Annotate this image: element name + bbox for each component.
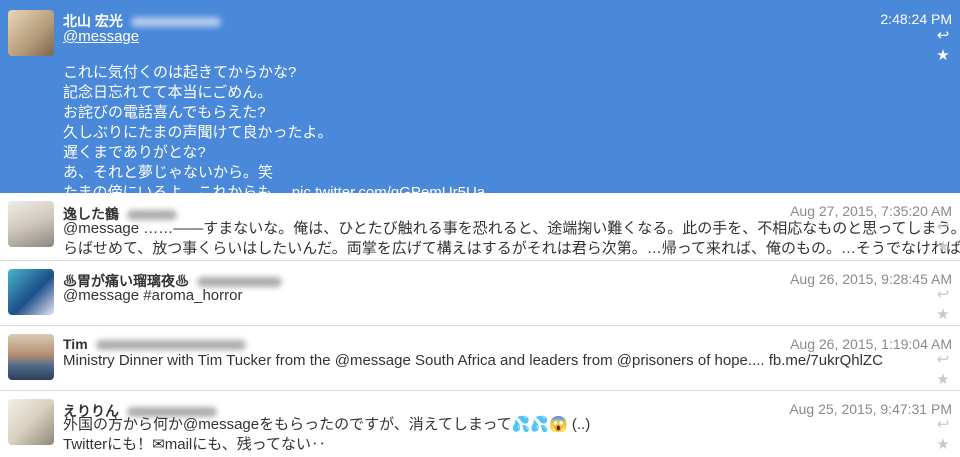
tweet-row-selected[interactable]: 北山 宏光 2:48:24 PM @message これに気付くのは起きてからか…: [0, 0, 960, 201]
tweet-text: @message ……——すまないな。俺は、ひとたび触れる事を恐れると、途端掬い…: [63, 219, 960, 259]
reply-icon[interactable]: ↩: [935, 352, 951, 368]
star-icon[interactable]: ★: [935, 307, 951, 323]
author-name[interactable]: Tim: [63, 336, 88, 352]
tweet-row[interactable]: ♨胃が痛い瑠璃夜♨ Aug 26, 2015, 9:28:45 AM @mess…: [0, 261, 960, 326]
avatar[interactable]: [8, 201, 54, 247]
tweet-line: Ministry Dinner with Tim Tucker from the…: [63, 352, 883, 369]
tweet-row[interactable]: えりりん Aug 25, 2015, 9:47:31 PM 外国の方から何か@m…: [0, 391, 960, 457]
tweet-row[interactable]: 逸した鶴 Aug 27, 2015, 7:35:20 AM @message ……: [0, 193, 960, 261]
timestamp: Aug 26, 2015, 1:19:04 AM: [790, 336, 952, 352]
tweet-text: Ministry Dinner with Tim Tucker from the…: [63, 351, 883, 371]
star-icon[interactable]: ★: [935, 48, 951, 64]
tweet-line: @message ……——すまないな。俺は、ひとたび触れる事を恐れると、途端掬い…: [63, 220, 960, 237]
tweet-line: 久しぶりにたまの声聞けて良かったよ。: [63, 124, 333, 141]
tweet-line: 記念日忘れてて本当にごめん。: [63, 84, 273, 101]
reply-icon[interactable]: ↩: [935, 287, 951, 303]
tweet-row[interactable]: Tim Aug 26, 2015, 1:19:04 AM Ministry Di…: [0, 326, 960, 391]
tweet-line: 遅くまでありがとな?: [63, 144, 206, 161]
avatar[interactable]: [8, 10, 54, 56]
star-icon[interactable]: ★: [935, 239, 951, 255]
tweet-line: あ、それと夢じゃないから。笑: [63, 164, 274, 181]
avatar[interactable]: [8, 269, 54, 315]
reply-icon[interactable]: ↩: [935, 28, 951, 44]
author-line: Tim: [63, 336, 246, 352]
tweet-text: @message #aroma_horror: [63, 286, 242, 306]
mention-link[interactable]: @message: [63, 27, 139, 47]
blurred-handle: [130, 17, 221, 28]
tweet-text: 外国の方から何か@messageをもらったのですが、消えてしまって💦💦😱 (..…: [63, 415, 590, 455]
tweet-line: @message #aroma_horror: [63, 287, 243, 304]
timestamp: 2:48:24 PM: [880, 11, 952, 27]
timestamp: Aug 25, 2015, 9:47:31 PM: [789, 401, 952, 417]
tweet-line: Twitterにも！✉mailにも、残ってない‥: [63, 436, 327, 453]
tweet-line: 外国の方から何か@messageをもらったのですが、消えてしまって💦💦😱 (..…: [63, 416, 591, 433]
timestamp: Aug 26, 2015, 9:28:45 AM: [790, 271, 952, 287]
tweet-line: お詫びの電話喜んでもらえた?: [63, 104, 266, 121]
blurred-handle: [95, 340, 246, 351]
star-icon[interactable]: ★: [935, 372, 951, 388]
timestamp: Aug 27, 2015, 7:35:20 AM: [790, 203, 952, 219]
tweet-line: らばせめて、放つ事くらいはしたいんだ。両掌を広げて構えはするがそれは君ら次第。……: [63, 240, 960, 257]
avatar[interactable]: [8, 334, 54, 380]
tweet-text: これに気付くのは起きてからかな? 記念日忘れてて本当にごめん。 お詫びの電話喜ん…: [63, 63, 485, 203]
reply-icon[interactable]: ↩: [935, 219, 951, 235]
avatar[interactable]: [8, 399, 54, 445]
tweet-line: これに気付くのは起きてからかな?: [63, 64, 297, 81]
reply-icon[interactable]: ↩: [935, 417, 951, 433]
star-icon[interactable]: ★: [935, 437, 951, 453]
